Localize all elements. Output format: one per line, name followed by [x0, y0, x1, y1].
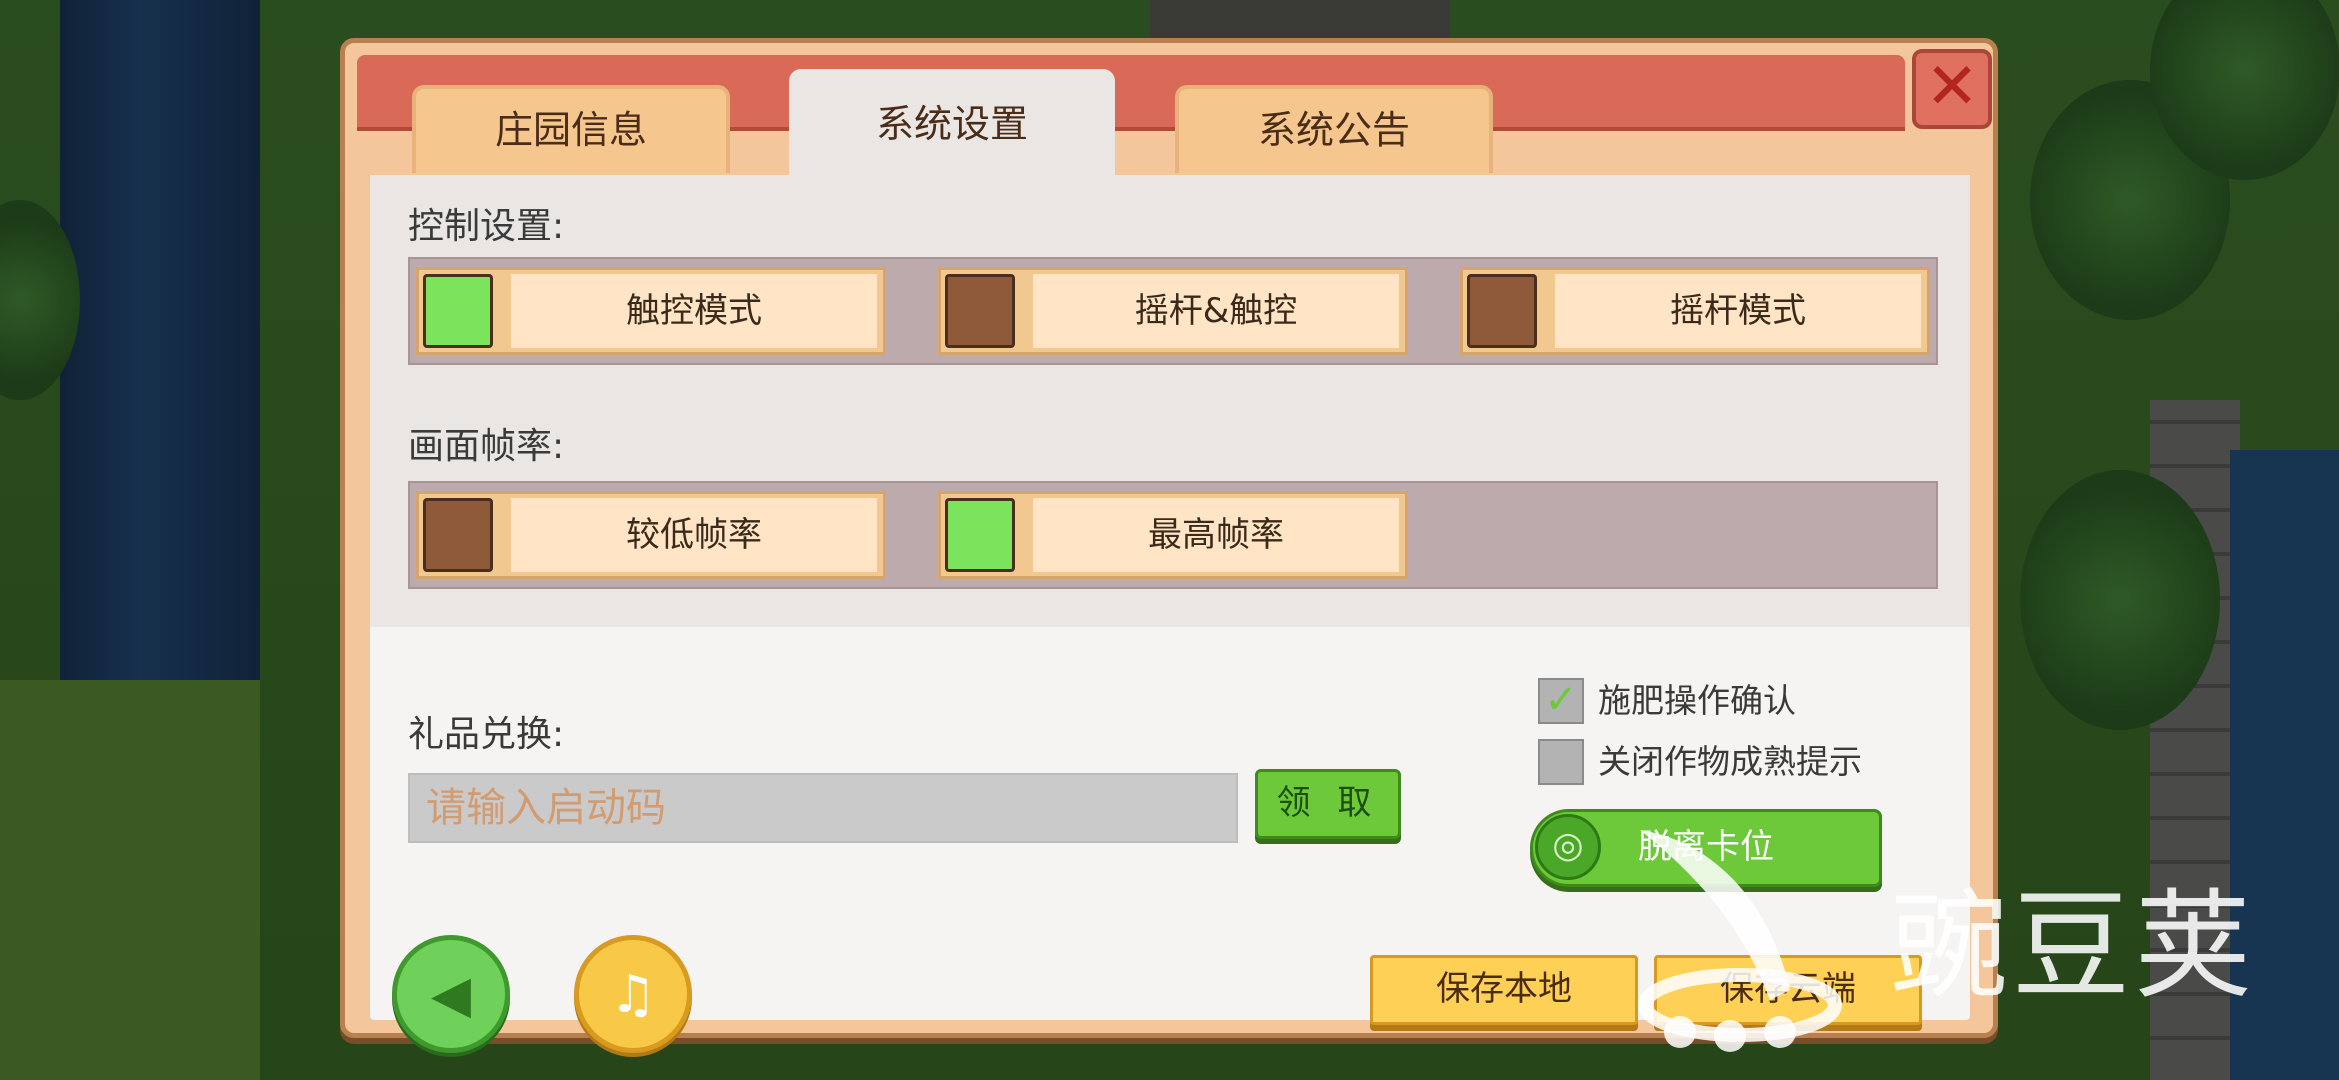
- option-indicator-selected: [423, 274, 493, 348]
- option-joystick-mode[interactable]: 摇杆模式: [1460, 267, 1930, 355]
- checkbox-unchecked[interactable]: [1538, 739, 1584, 785]
- riverbank-left: [0, 680, 260, 1080]
- sound-toggle-button[interactable]: ◀︎: [392, 935, 510, 1053]
- option-label: 最高帧率: [1033, 498, 1399, 572]
- music-note-icon: ♫: [609, 965, 657, 1025]
- unstuck-label: 脱离卡位: [1638, 827, 1774, 867]
- option-label: 摇杆模式: [1555, 274, 1921, 348]
- tab-system-settings[interactable]: 系统设置: [789, 69, 1115, 179]
- option-low-framerate[interactable]: 较低帧率: [416, 491, 886, 579]
- unstuck-button[interactable]: ◎ 脱离卡位: [1530, 809, 1882, 887]
- save-cloud-button[interactable]: 保存云端: [1654, 955, 1922, 1025]
- option-indicator: [1467, 274, 1537, 348]
- settings-content: 控制设置: 触控模式 摇杆&触控 摇杆模式 画面帧率: 较低帧率 最高帧率 礼品…: [370, 175, 1970, 1053]
- option-label: 摇杆&触控: [1033, 274, 1399, 348]
- speaker-icon: ◀︎: [431, 965, 471, 1025]
- framerate-label: 画面帧率:: [408, 426, 565, 467]
- claim-button[interactable]: 领 取: [1255, 769, 1401, 839]
- checkbox-label: 施肥操作确认: [1598, 681, 1796, 720]
- option-indicator: [945, 274, 1015, 348]
- option-label: 较低帧率: [511, 498, 877, 572]
- redeem-code-input[interactable]: [408, 773, 1238, 843]
- tab-farm-info[interactable]: 庄园信息: [412, 85, 730, 173]
- gift-redeem-label: 礼品兑换:: [408, 714, 565, 755]
- option-joystick-touch[interactable]: 摇杆&触控: [938, 267, 1408, 355]
- swirl-icon: ◎: [1535, 814, 1601, 880]
- music-toggle-button[interactable]: ♫: [574, 935, 692, 1053]
- river-left: [60, 0, 260, 760]
- road: [1150, 0, 1450, 40]
- option-label: 触控模式: [511, 274, 877, 348]
- option-indicator: [423, 498, 493, 572]
- option-touch-mode[interactable]: 触控模式: [416, 267, 886, 355]
- settings-panel: 庄园信息 系统设置 系统公告 ✕ 控制设置: 触控模式 摇杆&触控 摇杆模式 画…: [340, 38, 1998, 1053]
- save-local-button[interactable]: 保存本地: [1370, 955, 1638, 1025]
- control-options-row: 触控模式 摇杆&触控 摇杆模式: [408, 257, 1938, 365]
- river-right: [2230, 450, 2339, 1080]
- checkbox-label: 关闭作物成熟提示: [1598, 742, 1862, 781]
- framerate-options-row: 较低帧率 最高帧率: [408, 481, 1938, 589]
- tab-system-announcement[interactable]: 系统公告: [1175, 85, 1493, 173]
- option-max-framerate[interactable]: 最高帧率: [938, 491, 1408, 579]
- option-indicator-selected: [945, 498, 1015, 572]
- close-icon: ✕: [1925, 50, 1979, 124]
- tree: [2020, 470, 2220, 730]
- control-settings-label: 控制设置:: [408, 206, 565, 247]
- checkbox-checked[interactable]: ✓: [1538, 678, 1584, 724]
- close-button[interactable]: ✕: [1912, 49, 1992, 129]
